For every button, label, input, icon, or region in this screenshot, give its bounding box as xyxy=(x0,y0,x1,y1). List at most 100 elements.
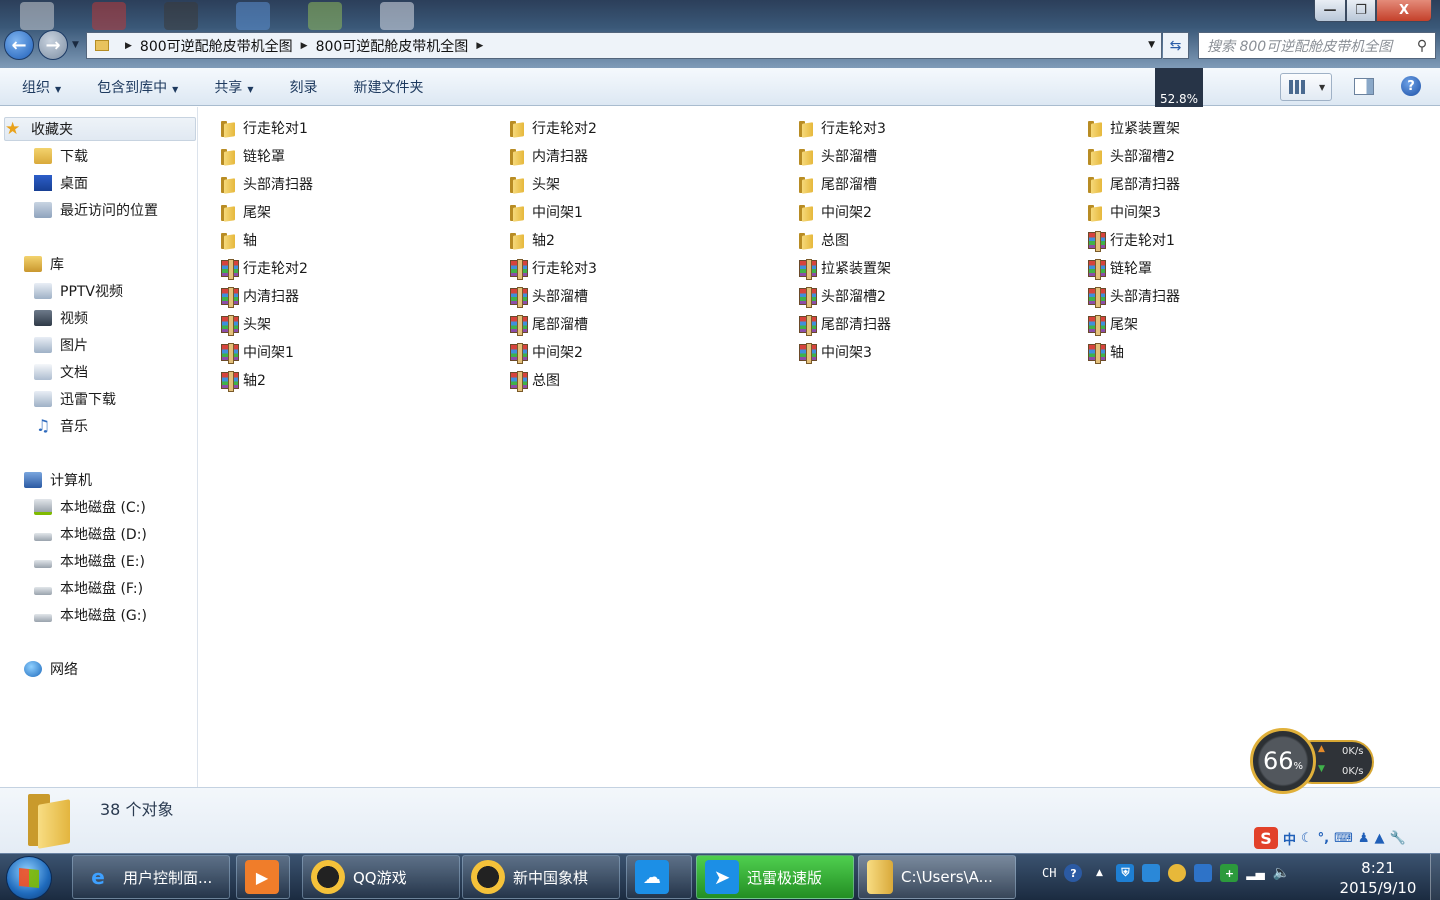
archive-file-item[interactable]: 中间架2 xyxy=(510,340,583,364)
folder-item[interactable]: 尾部溜槽 xyxy=(799,172,877,196)
breadcrumb-item[interactable]: 800可逆配舱皮带机全图 xyxy=(140,36,293,56)
folder-item[interactable]: 内清扫器 xyxy=(510,144,588,168)
preview-pane-icon[interactable] xyxy=(1354,78,1374,95)
antivirus-shield-icon[interactable]: + xyxy=(1220,864,1239,882)
memory-usage-gauge[interactable]: 66% xyxy=(1250,728,1316,794)
chevron-down-icon[interactable]: ▼ xyxy=(1319,83,1325,92)
taskbar-cloud-app[interactable]: ☁ xyxy=(626,855,692,899)
shirt-icon[interactable]: ▲ xyxy=(1375,831,1385,846)
nav-drive-f[interactable]: 本地磁盘 (F:) xyxy=(34,576,143,600)
keyboard-icon[interactable]: ⌨ xyxy=(1334,831,1353,846)
archive-file-item[interactable]: 总图 xyxy=(510,368,560,392)
archive-file-item[interactable]: 头架 xyxy=(221,312,271,336)
archive-file-item[interactable]: 尾部清扫器 xyxy=(799,312,891,336)
back-button[interactable]: ← xyxy=(4,30,34,60)
address-history-dropdown[interactable]: ▼ xyxy=(1148,40,1155,50)
nav-computer[interactable]: 计算机 xyxy=(24,468,92,492)
archive-file-item[interactable]: 行走轮对1 xyxy=(1088,228,1175,252)
help-icon[interactable]: ? xyxy=(1064,864,1083,882)
breadcrumb-chevron-icon[interactable]: ▶ xyxy=(301,41,308,51)
breadcrumb-item[interactable]: 800可逆配舱皮带机全图 xyxy=(316,36,469,56)
archive-file-item[interactable]: 尾架 xyxy=(1088,312,1138,336)
nav-pictures[interactable]: 图片 xyxy=(34,333,88,357)
minimize-button[interactable]: — xyxy=(1314,0,1346,22)
sync-icon[interactable] xyxy=(1142,864,1161,882)
show-desktop-button[interactable] xyxy=(1430,854,1440,900)
share-menu[interactable]: 共享 ▼ xyxy=(214,77,253,97)
folder-item[interactable]: 中间架3 xyxy=(1088,200,1161,224)
punctuation-icon[interactable]: °, xyxy=(1318,831,1329,846)
sogou-ime-logo[interactable]: S xyxy=(1254,827,1278,849)
nav-pptv-videos[interactable]: PPTV视频 xyxy=(34,279,123,303)
taskbar-xunlei[interactable]: ➤ 迅雷极速版 xyxy=(696,855,854,899)
input-method-toolbar[interactable]: S 中 ☾ °, ⌨ ♟ ▲ 🔧 xyxy=(1254,826,1406,850)
nav-documents[interactable]: 文档 xyxy=(34,360,88,384)
organize-menu[interactable]: 组织 ▼ xyxy=(22,77,61,97)
shield-icon[interactable] xyxy=(1194,864,1213,882)
search-input[interactable]: 搜索 800可逆配舱皮带机全图 xyxy=(1207,36,1409,56)
wrench-icon[interactable]: 🔧 xyxy=(1390,831,1406,846)
nav-network[interactable]: 网络 xyxy=(24,657,78,681)
folder-item[interactable]: 头部溜槽 xyxy=(799,144,877,168)
taskbar-chinese-chess[interactable]: 新中国象棋 xyxy=(462,855,620,899)
folder-item[interactable]: 头部溜槽2 xyxy=(1088,144,1175,168)
breadcrumb-chevron-icon[interactable]: ▶ xyxy=(476,41,483,51)
security-shield-icon[interactable]: ⛨ xyxy=(1116,864,1135,882)
folder-item[interactable]: 行走轮对2 xyxy=(510,116,597,140)
archive-file-item[interactable]: 拉紧装置架 xyxy=(799,256,891,280)
folder-item[interactable]: 行走轮对3 xyxy=(799,116,886,140)
folder-item[interactable]: 链轮罩 xyxy=(221,144,285,168)
archive-file-item[interactable]: 中间架3 xyxy=(799,340,872,364)
archive-file-item[interactable]: 内清扫器 xyxy=(221,284,299,308)
folder-item[interactable]: 头架 xyxy=(510,172,560,196)
folder-item[interactable]: 拉紧装置架 xyxy=(1088,116,1180,140)
archive-file-item[interactable]: 链轮罩 xyxy=(1088,256,1152,280)
nav-drive-c[interactable]: 本地磁盘 (C:) xyxy=(34,495,146,519)
change-view-button[interactable]: ▼ xyxy=(1280,73,1332,101)
nav-favorites[interactable]: ★ 收藏夹 xyxy=(4,117,196,141)
folder-item[interactable]: 轴2 xyxy=(510,228,555,252)
taskbar-media-player[interactable]: ▶ xyxy=(236,855,290,899)
nav-recent-places[interactable]: 最近访问的位置 xyxy=(34,198,158,222)
close-button[interactable]: X xyxy=(1376,0,1432,22)
refresh-button[interactable]: ⇆ xyxy=(1163,32,1189,59)
nav-desktop[interactable]: 桌面 xyxy=(34,171,88,195)
nav-videos[interactable]: 视频 xyxy=(34,306,88,330)
archive-file-item[interactable]: 中间架1 xyxy=(221,340,294,364)
folder-item[interactable]: 总图 xyxy=(799,228,849,252)
moon-icon[interactable]: ☾ xyxy=(1301,831,1313,846)
folder-item[interactable]: 行走轮对1 xyxy=(221,116,308,140)
maximize-button[interactable]: ❐ xyxy=(1346,0,1376,22)
folder-item[interactable]: 头部清扫器 xyxy=(221,172,313,196)
network-speed-widget[interactable]: ▲ ▼ 0K/s 0K/s 66% xyxy=(1250,728,1374,794)
system-clock[interactable]: 8:21 2015/9/10 xyxy=(1330,858,1426,898)
qq-tray-icon[interactable] xyxy=(1168,864,1187,882)
archive-file-item[interactable]: 轴 xyxy=(1088,340,1124,364)
ime-mode-toggle[interactable]: 中 xyxy=(1283,829,1296,848)
nav-xunlei-downloads[interactable]: 迅雷下载 xyxy=(34,387,116,411)
taskbar-explorer-window[interactable]: C:\Users\A... xyxy=(858,855,1016,899)
address-bar[interactable]: ▶ 800可逆配舱皮带机全图 ▶ 800可逆配舱皮带机全图 ▶ ▼ xyxy=(86,32,1162,59)
start-button[interactable] xyxy=(6,856,52,900)
archive-file-item[interactable]: 尾部溜槽 xyxy=(510,312,588,336)
archive-file-item[interactable]: 行走轮对3 xyxy=(510,256,597,280)
nav-drive-e[interactable]: 本地磁盘 (E:) xyxy=(34,549,145,573)
folder-item[interactable]: 中间架1 xyxy=(510,200,583,224)
archive-file-item[interactable]: 行走轮对2 xyxy=(221,256,308,280)
nav-music[interactable]: ♫ 音乐 xyxy=(34,414,88,438)
folder-item[interactable]: 轴 xyxy=(221,228,257,252)
volume-icon[interactable]: 🔈 xyxy=(1272,864,1290,882)
nav-drive-g[interactable]: 本地磁盘 (G:) xyxy=(34,603,147,627)
new-folder-button[interactable]: 新建文件夹 xyxy=(353,77,423,97)
breadcrumb-chevron-icon[interactable]: ▶ xyxy=(125,41,132,51)
nav-downloads[interactable]: 下载 xyxy=(34,144,88,168)
archive-file-item[interactable]: 轴2 xyxy=(221,368,266,392)
archive-file-item[interactable]: 头部清扫器 xyxy=(1088,284,1180,308)
folder-item[interactable]: 中间架2 xyxy=(799,200,872,224)
network-signal-icon[interactable]: ▂▄ xyxy=(1246,864,1264,882)
taskbar-ie-control-panel[interactable]: e 用户控制面... xyxy=(72,855,230,899)
taskbar-qq-games[interactable]: QQ游戏 xyxy=(302,855,460,899)
archive-file-item[interactable]: 头部溜槽 xyxy=(510,284,588,308)
help-icon[interactable]: ? xyxy=(1401,76,1421,96)
archive-file-item[interactable]: 头部溜槽2 xyxy=(799,284,886,308)
